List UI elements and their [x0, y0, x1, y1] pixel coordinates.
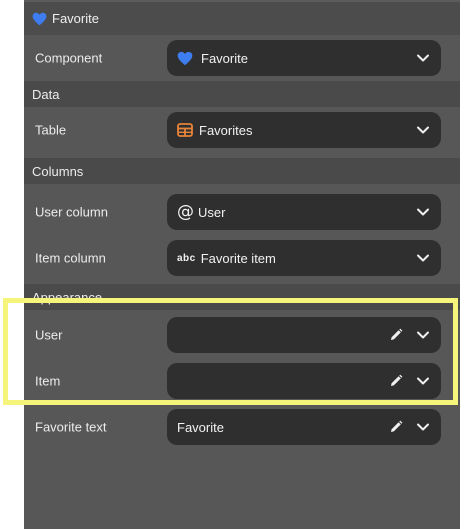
section-appearance: Appearance [24, 284, 460, 310]
favorite-text-label: Favorite text [35, 419, 107, 435]
appearance-user-row: User [24, 312, 460, 358]
pencil-icon[interactable] [389, 374, 403, 388]
table-value: Favorites [199, 122, 253, 138]
appearance-user-label: User [35, 327, 63, 343]
panel-header: Favorite [24, 0, 460, 35]
component-value: Favorite [201, 50, 248, 66]
chevron-down-icon[interactable] [416, 253, 430, 263]
table-label: Table [35, 122, 67, 138]
at-icon: @ [177, 202, 194, 222]
screen: Favorite Component Favorite Data Table F… [0, 0, 464, 529]
table-row: Table Favorites [24, 107, 460, 153]
properties-panel: Favorite Component Favorite Data Table F… [24, 0, 460, 529]
component-label: Component [35, 50, 103, 66]
text-abc-icon: abc [177, 252, 196, 264]
component-row: Component Favorite [24, 35, 460, 81]
user-column-label: User column [35, 204, 108, 220]
item-column-label: Item column [35, 250, 106, 266]
user-column-row: User column @ User [24, 189, 460, 235]
chevron-down-icon[interactable] [416, 125, 430, 135]
favorite-text-dropdown[interactable]: Favorite [167, 409, 441, 445]
item-column-value: Favorite item [200, 250, 276, 266]
section-columns: Columns [24, 158, 460, 184]
chevron-down-icon[interactable] [416, 330, 430, 340]
appearance-item-row: Item [24, 358, 460, 404]
chevron-down-icon[interactable] [416, 376, 430, 386]
user-column-dropdown[interactable]: @ User [167, 194, 441, 230]
appearance-item-label: Item [35, 373, 61, 389]
appearance-user-dropdown[interactable] [167, 317, 441, 353]
favorite-text-value: Favorite [177, 419, 224, 435]
appearance-item-dropdown[interactable] [167, 363, 441, 399]
section-data: Data [24, 81, 460, 107]
table-dropdown[interactable]: Favorites [167, 112, 441, 148]
component-dropdown[interactable]: Favorite [167, 40, 441, 76]
pencil-icon[interactable] [389, 328, 403, 342]
chevron-down-icon[interactable] [416, 53, 430, 63]
table-icon [177, 123, 193, 137]
item-column-dropdown[interactable]: abc Favorite item [167, 240, 441, 276]
heart-icon [177, 51, 193, 66]
panel-title: Favorite [52, 11, 99, 26]
chevron-down-icon[interactable] [416, 207, 430, 217]
favorite-text-row: Favorite text Favorite [24, 404, 460, 450]
chevron-down-icon[interactable] [416, 422, 430, 432]
user-column-value: User [198, 204, 226, 220]
heart-icon [32, 12, 47, 25]
item-column-row: Item column abc Favorite item [24, 235, 460, 281]
pencil-icon[interactable] [389, 420, 403, 434]
